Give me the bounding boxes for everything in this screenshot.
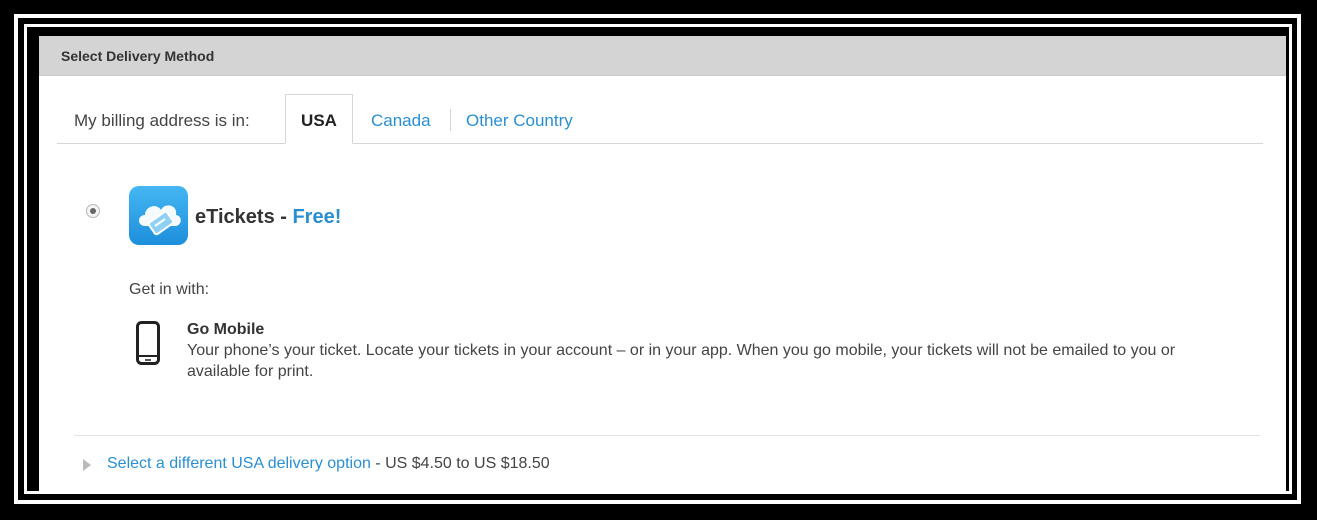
etickets-title: eTickets - Free! — [195, 206, 341, 229]
etickets-price: Free! — [292, 206, 342, 228]
billing-country-tabs: My billing address is in: USA Canada Oth… — [57, 94, 1263, 144]
price-range: - US $4.50 to US $18.50 — [370, 455, 550, 472]
get-in-label: Get in with: — [129, 281, 210, 298]
smartphone-icon — [136, 321, 160, 365]
go-mobile-description: Your phone’s your ticket. Locate your ti… — [187, 342, 1176, 380]
tab-canada[interactable]: Canada — [371, 111, 431, 131]
other-delivery-option: Select a different USA delivery option -… — [107, 455, 550, 473]
radio-selected-dot — [90, 208, 96, 214]
divider — [74, 435, 1260, 436]
tab-other-country[interactable]: Other Country — [466, 111, 573, 131]
go-mobile-title: Go Mobile — [187, 321, 265, 338]
panel-title: Select Delivery Method — [39, 36, 1286, 76]
etickets-radio[interactable] — [86, 204, 100, 218]
select-different-option-link[interactable]: Select a different USA delivery option — [107, 455, 371, 472]
etickets-name: eTickets - — [195, 206, 293, 228]
tab-usa[interactable]: USA — [285, 94, 353, 144]
cloud-ticket-app-icon — [129, 186, 188, 245]
tab-separator — [450, 109, 451, 131]
delivery-panel: Select Delivery Method My billing addres… — [39, 36, 1286, 491]
expand-triangle-icon[interactable] — [83, 459, 91, 471]
billing-prompt: My billing address is in: — [74, 111, 250, 130]
